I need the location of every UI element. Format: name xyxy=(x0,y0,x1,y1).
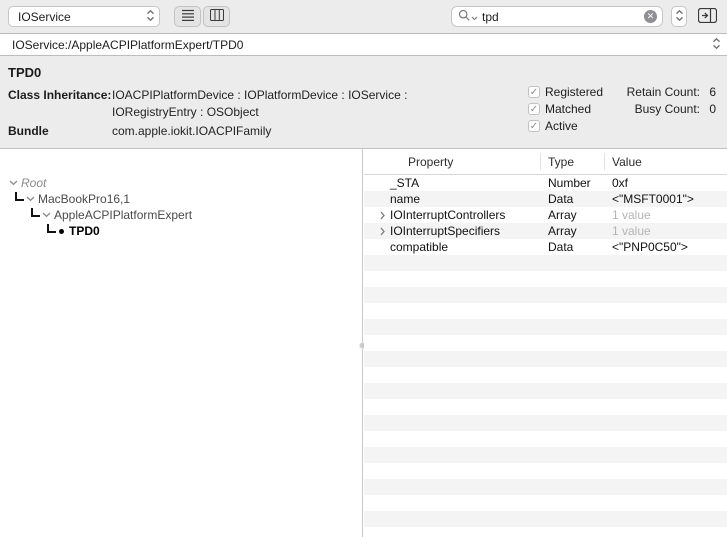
property-value: 0xf xyxy=(612,175,727,191)
stepper-updown-icon xyxy=(675,9,684,25)
property-value: <"MSFT0001"> xyxy=(612,191,727,207)
inspector-toggle-button[interactable] xyxy=(695,6,719,27)
property-value: 1 value xyxy=(612,223,727,239)
search-field[interactable]: tpd ✕ xyxy=(451,6,663,27)
tree-connector xyxy=(15,192,24,201)
tree-item-root[interactable]: Root xyxy=(0,175,362,191)
disclosure-triangle-icon[interactable] xyxy=(364,223,390,239)
column-separator[interactable] xyxy=(604,153,605,170)
bundle-label: Bundle xyxy=(8,124,49,138)
busy-count-value: 0 xyxy=(700,102,716,116)
toolbar: IOService tpd ✕ xyxy=(0,0,727,33)
registry-tree: Root MacBookPro16,1 AppleACPIPlatformExp… xyxy=(0,149,362,537)
state-flags: ✓ Registered ✓ Matched ✓ Active xyxy=(528,83,603,134)
columns-icon xyxy=(210,9,224,24)
leaf-bullet-icon xyxy=(59,229,64,234)
table-row[interactable]: compatible Data <"PNP0C50"> xyxy=(364,239,727,255)
tree-item-label: TPD0 xyxy=(69,224,100,238)
property-name: compatible xyxy=(390,239,548,255)
path-updown-icon xyxy=(712,37,721,53)
active-label: Active xyxy=(545,119,578,133)
disclosure-triangle-icon[interactable] xyxy=(364,207,390,223)
list-icon xyxy=(181,9,195,24)
tree-item-appleacpiplatformexpert[interactable]: AppleACPIPlatformExpert xyxy=(0,207,362,223)
popup-updown-icon xyxy=(146,9,155,25)
registered-label: Registered xyxy=(545,85,603,99)
registered-checkbox: ✓ xyxy=(528,86,540,98)
tree-item-label: AppleACPIPlatformExpert xyxy=(54,208,192,222)
search-input[interactable]: tpd xyxy=(478,10,644,24)
path-popup-value: IOService:/AppleACPIPlatformExpert/TPD0 xyxy=(12,38,712,52)
column-separator[interactable] xyxy=(540,153,541,170)
busy-count-label: Busy Count: xyxy=(600,102,700,116)
counts: Retain Count: 6 Busy Count: 0 xyxy=(600,83,716,117)
property-type: Array xyxy=(548,223,612,239)
tree-item-macbookpro[interactable]: MacBookPro16,1 xyxy=(0,191,362,207)
class-inheritance-label: Class Inheritance: xyxy=(8,88,111,102)
property-type: Array xyxy=(548,207,612,223)
inspector-panel-icon xyxy=(698,8,717,26)
retain-count-value: 6 xyxy=(700,85,716,99)
column-view-button[interactable] xyxy=(203,6,230,27)
property-value: <"PNP0C50"> xyxy=(612,239,727,255)
search-scope-chevron-icon xyxy=(471,10,478,24)
chevron-down-icon[interactable] xyxy=(26,196,35,202)
property-type: Data xyxy=(548,239,612,255)
node-info-header: TPD0 Class Inheritance: IOACPIPlatformDe… xyxy=(0,56,727,149)
flag-matched: ✓ Matched xyxy=(528,100,603,117)
retain-count-row: Retain Count: 6 xyxy=(600,83,716,100)
matched-label: Matched xyxy=(545,102,591,116)
table-row[interactable]: name Data <"MSFT0001"> xyxy=(364,191,727,207)
tree-item-label: Root xyxy=(21,176,46,190)
clear-search-icon[interactable]: ✕ xyxy=(644,10,657,23)
list-view-button[interactable] xyxy=(174,6,201,27)
column-header-value[interactable]: Value xyxy=(612,155,727,169)
property-name: name xyxy=(390,191,548,207)
disclosure-spacer xyxy=(364,191,390,207)
column-header-type[interactable]: Type xyxy=(548,155,612,169)
tree-connector xyxy=(31,208,40,217)
property-name: _STA xyxy=(390,175,548,191)
tree-item-label: MacBookPro16,1 xyxy=(38,192,130,206)
table-row[interactable]: _STA Number 0xf xyxy=(364,175,727,191)
table-row[interactable]: IOInterruptSpecifiers Array 1 value xyxy=(364,223,727,239)
table-header: Property Type Value xyxy=(364,149,727,175)
property-table: Property Type Value _STA Number 0xf name… xyxy=(364,149,727,537)
matched-checkbox: ✓ xyxy=(528,103,540,115)
path-popup[interactable]: IOService:/AppleACPIPlatformExpert/TPD0 xyxy=(0,33,727,56)
search-icon xyxy=(458,9,471,25)
plane-popup[interactable]: IOService xyxy=(8,6,160,27)
flag-active: ✓ Active xyxy=(528,117,603,134)
table-body: _STA Number 0xf name Data <"MSFT0001"> I… xyxy=(364,175,727,537)
search-result-stepper[interactable] xyxy=(671,6,687,27)
tree-connector xyxy=(47,224,56,233)
property-type: Number xyxy=(548,175,612,191)
table-row[interactable]: IOInterruptControllers Array 1 value xyxy=(364,207,727,223)
chevron-down-icon[interactable] xyxy=(42,212,51,218)
bundle-value: com.apple.iokit.IOACPIFamily xyxy=(112,124,271,138)
disclosure-spacer xyxy=(364,175,390,191)
property-name: IOInterruptSpecifiers xyxy=(390,223,548,239)
plane-popup-value: IOService xyxy=(18,10,71,24)
disclosure-spacer xyxy=(364,239,390,255)
node-title: TPD0 xyxy=(8,65,41,80)
chevron-down-icon[interactable] xyxy=(9,180,18,186)
flag-registered: ✓ Registered xyxy=(528,83,603,100)
main-content: Root MacBookPro16,1 AppleACPIPlatformExp… xyxy=(0,149,727,537)
active-checkbox: ✓ xyxy=(528,120,540,132)
property-value: 1 value xyxy=(612,207,727,223)
tree-item-tpd0[interactable]: TPD0 xyxy=(0,223,362,239)
view-mode-segmented-control xyxy=(174,6,230,27)
retain-count-label: Retain Count: xyxy=(600,85,700,99)
property-type: Data xyxy=(548,191,612,207)
class-inheritance-line2: IORegistryEntry : OSObject xyxy=(112,105,259,119)
property-name: IOInterruptControllers xyxy=(390,207,548,223)
class-inheritance-line1: IOACPIPlatformDevice : IOPlatformDevice … xyxy=(112,88,407,102)
column-header-property[interactable]: Property xyxy=(364,155,548,169)
busy-count-row: Busy Count: 0 xyxy=(600,100,716,117)
